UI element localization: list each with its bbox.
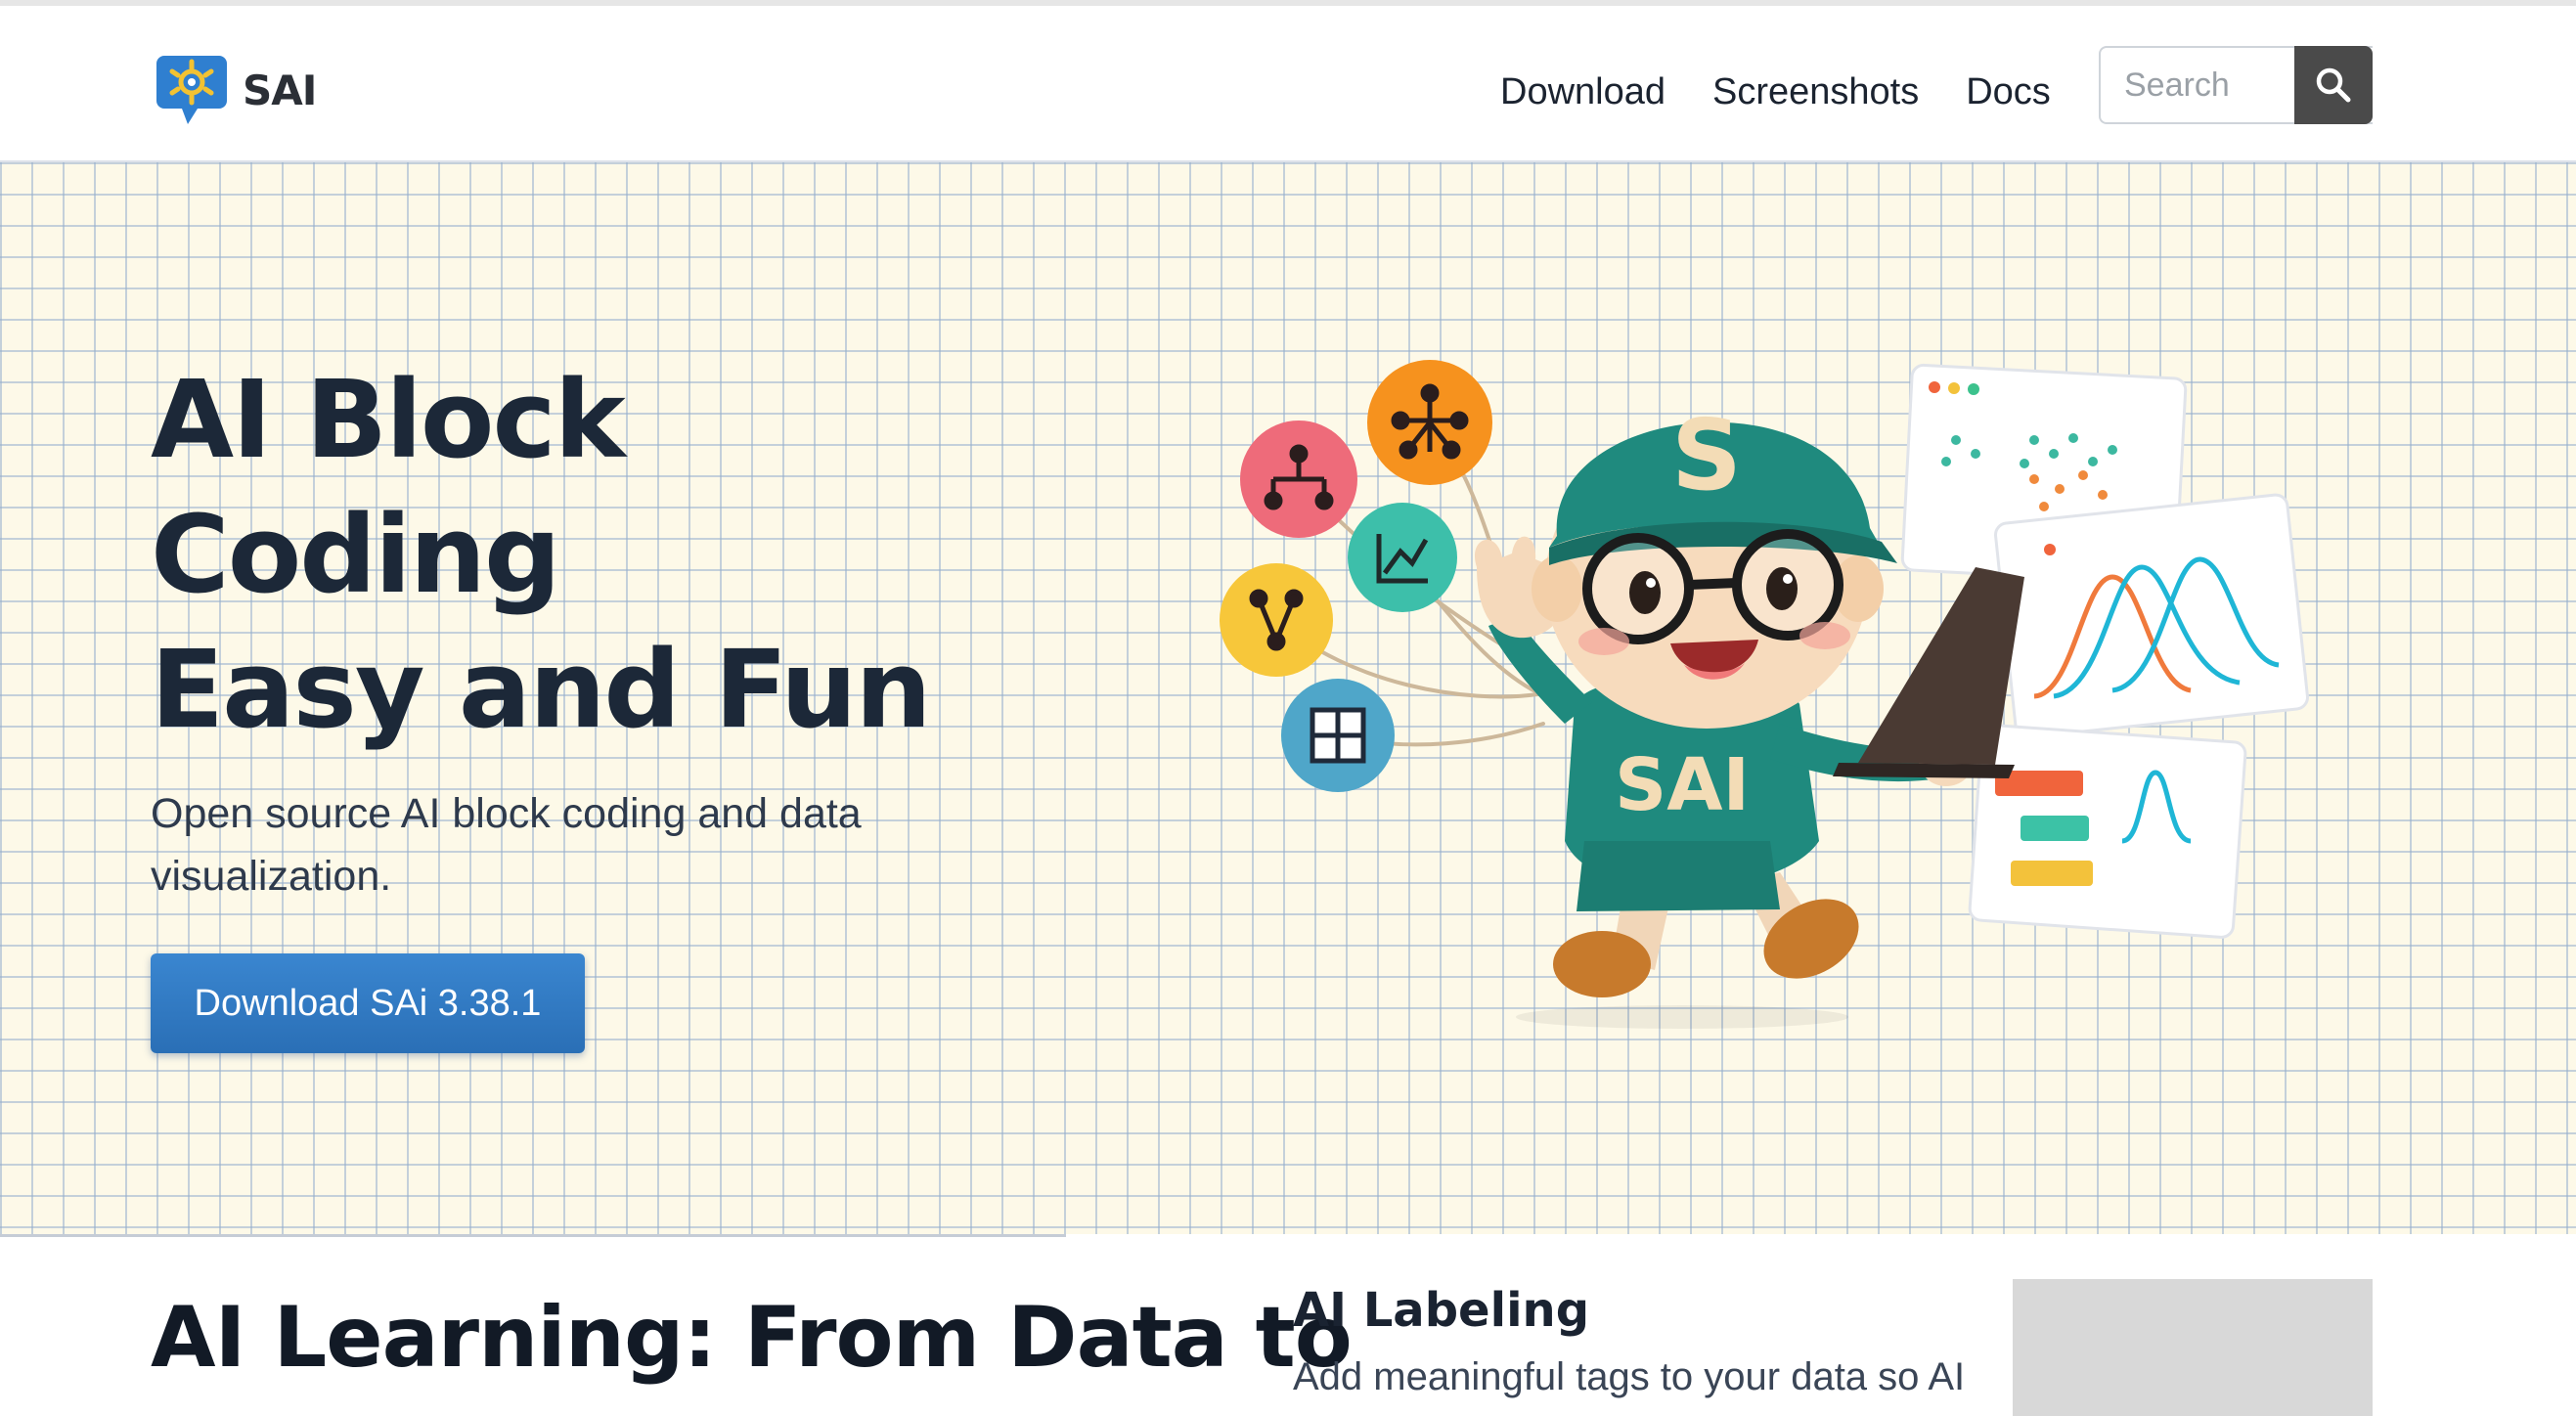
- gantt-chart-card: [1968, 724, 2247, 939]
- section-title: AI Learning: From Data to: [151, 1289, 1353, 1387]
- chart-icon: [1348, 503, 1457, 612]
- search-button[interactable]: [2294, 46, 2373, 124]
- main-nav: Download Screenshots Docs: [1500, 63, 2051, 121]
- brand-logo-link[interactable]: SAI: [155, 49, 317, 131]
- brand-name: SAI: [243, 66, 317, 114]
- shirt-label: SAI: [1615, 743, 1750, 827]
- feature-description: Add meaningful tags to your data so AI: [1293, 1355, 1966, 1398]
- nav-screenshots-link[interactable]: Screenshots: [1712, 71, 1919, 113]
- hero-divider: [0, 1234, 1066, 1237]
- download-cta-button[interactable]: Download SAi 3.38.1: [151, 953, 585, 1053]
- hero-title-line: Coding: [151, 492, 561, 617]
- search-icon: [2316, 67, 2351, 103]
- hero-title: AI Block Coding Easy and Fun: [151, 352, 1031, 757]
- nav-docs-link[interactable]: Docs: [1966, 71, 2051, 113]
- hierarchy-icon: [1240, 420, 1357, 538]
- hero-illustration: SAI S: [1220, 360, 2309, 1029]
- cap-letter: S: [1671, 398, 1742, 512]
- fork-icon: [1220, 563, 1333, 677]
- nav-download-link[interactable]: Download: [1500, 71, 1666, 113]
- hero-title-line: AI Block: [151, 357, 626, 482]
- feature-title: AI Labeling: [1293, 1283, 1590, 1338]
- distribution-chart-card: [1994, 493, 2309, 739]
- hero-title-line: Easy and Fun: [151, 627, 932, 752]
- sai-logo-icon: [156, 56, 227, 124]
- hero-subtitle: Open source AI block coding and data vis…: [151, 790, 862, 900]
- feature-image-placeholder: [2013, 1279, 2373, 1416]
- top-navbar: SAI Download Screenshots Docs: [0, 6, 2576, 162]
- grid-icon: [1281, 679, 1395, 792]
- network-icon: [1367, 360, 1492, 485]
